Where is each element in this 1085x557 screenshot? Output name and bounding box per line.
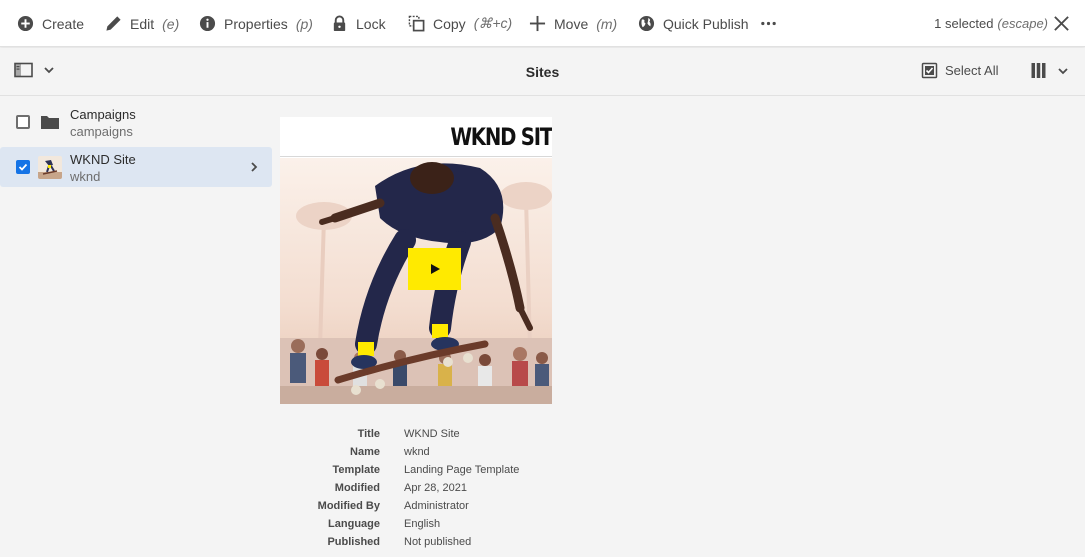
item-title: Campaigns [70, 107, 136, 122]
preview-logo-text: WKND SIT [450, 123, 552, 151]
lock-button[interactable]: Lock [331, 0, 386, 47]
selection-status: 1 selected (escape) [934, 0, 1048, 47]
move-shortcut: (m) [596, 15, 618, 32]
move-button[interactable]: Move (m) [529, 0, 617, 47]
item-name: wknd [70, 169, 101, 184]
create-button[interactable]: Create [17, 0, 84, 47]
meta-row-name: Name wknd [280, 443, 580, 461]
folder-icon [41, 116, 59, 129]
selection-hint: (escape) [997, 16, 1048, 31]
select-all-label: Select All [945, 63, 999, 78]
view-switcher[interactable] [1030, 62, 1069, 79]
meta-value: Landing Page Template [404, 464, 520, 476]
meta-key: Modified [334, 482, 380, 494]
create-label: Create [42, 15, 85, 32]
more-icon [761, 21, 776, 26]
meta-row-language: Language English [280, 515, 580, 533]
preview-header: WKND SIT [280, 117, 552, 157]
quick-publish-label: Quick Publish [663, 15, 749, 32]
item-title: WKND Site [70, 152, 136, 167]
properties-button[interactable]: Properties (p) [199, 0, 313, 47]
page-preview: WKND SIT [280, 117, 552, 404]
item-checkbox[interactable] [16, 160, 30, 174]
chevron-down-icon [44, 67, 54, 74]
play-button[interactable] [408, 248, 461, 290]
meta-value: English [404, 518, 441, 530]
selection-count: 1 selected [934, 16, 994, 31]
more-actions-button[interactable] [760, 0, 777, 47]
meta-key: Template [332, 464, 380, 476]
copy-label: Copy [433, 15, 466, 32]
play-icon [430, 264, 440, 274]
meta-row-modified-by: Modified By Administrator [280, 497, 580, 515]
properties-label: Properties [224, 15, 288, 32]
checkmark-icon [18, 163, 28, 171]
lock-label: Lock [356, 15, 386, 32]
copy-icon [408, 15, 425, 32]
meta-row-published: Published Not published [280, 533, 580, 551]
lock-icon [333, 15, 346, 32]
item-checkbox[interactable] [16, 115, 30, 129]
quick-publish-button[interactable]: Quick Publish [638, 0, 749, 47]
title-bar: Sites Select All [0, 48, 1085, 96]
meta-value: Apr 28, 2021 [404, 482, 467, 494]
chevron-down-icon [1058, 67, 1068, 74]
meta-value: Not published [404, 536, 472, 548]
meta-key: Modified By [317, 500, 380, 512]
meta-value: Administrator [404, 500, 469, 512]
edit-pencil-icon [106, 16, 121, 31]
meta-value: wknd [404, 446, 430, 458]
select-all-button[interactable]: Select All [921, 62, 998, 79]
meta-key: Name [350, 446, 380, 458]
move-icon [529, 15, 546, 32]
info-icon [199, 15, 216, 32]
meta-key: Published [327, 536, 380, 548]
globe-icon [638, 15, 655, 32]
chevron-right-icon[interactable] [248, 161, 260, 173]
move-label: Move [554, 15, 589, 32]
meta-key: Language [328, 518, 380, 530]
meta-row-title: Title WKND Site [280, 425, 580, 443]
action-bar: Create Edit (e) Properties (p) Lock Copy… [0, 0, 1085, 47]
properties-shortcut: (p) [295, 15, 313, 32]
metadata-panel: Title WKND Site Name wknd Template Landi… [280, 425, 580, 551]
list-item-wknd-site[interactable]: WKND Site wknd [0, 147, 272, 187]
copy-button[interactable]: Copy (⌘+c) [408, 0, 512, 47]
meta-row-modified: Modified Apr 28, 2021 [280, 479, 580, 497]
rail-icon [14, 62, 33, 78]
item-name: campaigns [70, 124, 133, 139]
site-thumbnail [38, 156, 62, 179]
meta-value: WKND Site [404, 428, 460, 440]
meta-key: Title [357, 428, 380, 440]
select-all-icon [921, 62, 938, 79]
edit-shortcut: (e) [162, 15, 180, 32]
list-item-campaigns[interactable]: Campaigns campaigns [0, 102, 272, 142]
copy-shortcut: (⌘+c) [473, 15, 513, 31]
add-circle-icon [17, 15, 34, 32]
rail-toggle-button[interactable] [14, 62, 55, 78]
edit-button[interactable]: Edit (e) [105, 0, 179, 47]
column-view-icon [1031, 63, 1046, 78]
close-icon[interactable] [1053, 15, 1070, 32]
meta-row-template: Template Landing Page Template [280, 461, 580, 479]
edit-label: Edit [130, 15, 155, 32]
